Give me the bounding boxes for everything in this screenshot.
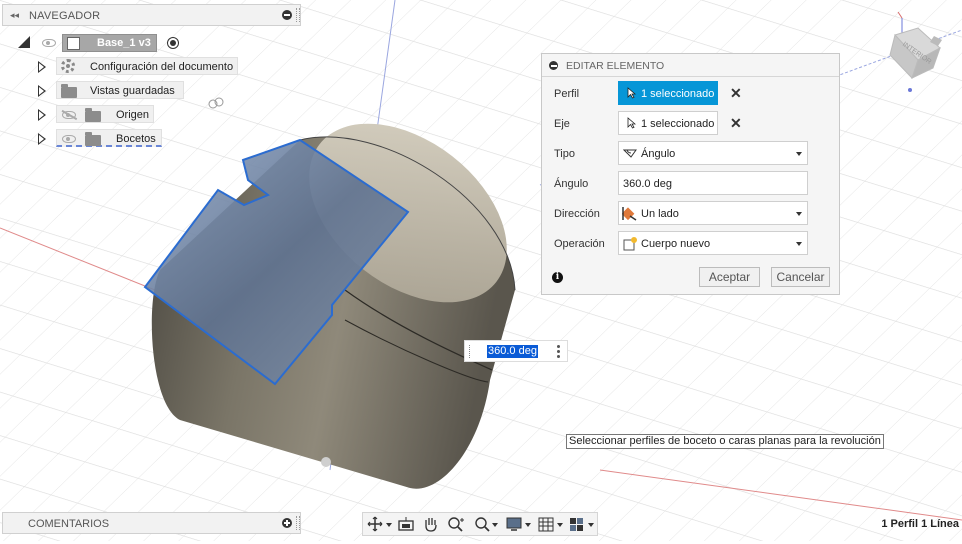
angle-label: Ángulo <box>554 178 589 190</box>
viewports-icon[interactable] <box>567 516 589 532</box>
drag-handle-icon[interactable] <box>296 516 300 530</box>
navigator-title: NAVEGADOR <box>29 10 101 22</box>
chevron-down-icon <box>796 152 802 156</box>
selection-status: 1 Perfil 1 Línea <box>881 518 959 530</box>
expand-triangle-icon[interactable] <box>38 109 46 121</box>
type-label: Tipo <box>554 148 575 160</box>
comments-panel-header[interactable]: COMENTARIOS <box>2 512 301 534</box>
zoom-icon[interactable] <box>446 516 468 532</box>
inline-angle-value[interactable]: 360.0 deg <box>487 345 538 358</box>
expand-triangle-icon[interactable] <box>38 61 46 73</box>
angle-input[interactable]: 360.0 deg <box>618 171 808 195</box>
panel-title: EDITAR ELEMENTO <box>566 60 665 72</box>
chevron-down-icon <box>796 242 802 246</box>
fit-icon[interactable] <box>472 516 494 532</box>
eye-icon[interactable] <box>62 135 76 143</box>
expanded-triangle-icon[interactable] <box>18 36 30 48</box>
cursor-icon <box>627 117 636 129</box>
chevron-down-icon <box>796 212 802 216</box>
clear-profile-icon[interactable]: ✕ <box>730 85 742 102</box>
gear-icon <box>61 59 75 73</box>
pan-icon[interactable] <box>421 516 443 532</box>
chevron-down-icon[interactable] <box>588 523 594 527</box>
look-at-icon[interactable] <box>396 516 418 532</box>
chevron-down-icon[interactable] <box>525 523 531 527</box>
tree-item[interactable]: Bocetos <box>38 129 168 149</box>
tree-item-pill[interactable]: Bocetos <box>56 129 162 147</box>
orbit-icon[interactable] <box>366 516 388 532</box>
tree-item[interactable]: Origen <box>38 105 158 125</box>
folder-icon <box>85 132 101 146</box>
root-label: Base_1 v3 <box>97 37 151 49</box>
tree-item-label: Configuración del documento <box>90 61 234 73</box>
axis-selection-button[interactable]: 1 seleccionado <box>618 111 718 135</box>
tree-root[interactable]: Base_1 v3 <box>18 33 193 53</box>
inline-angle-input[interactable]: 360.0 deg <box>464 340 568 362</box>
tree-item-label: Bocetos <box>116 133 156 145</box>
operation-value: Cuerpo nuevo <box>641 238 711 250</box>
operation-dropdown[interactable]: Cuerpo nuevo <box>618 231 808 255</box>
angle-icon <box>623 149 637 158</box>
folder-icon <box>85 108 101 122</box>
more-options-icon[interactable] <box>557 345 560 360</box>
collapse-icon[interactable] <box>549 61 558 70</box>
grip-icon <box>469 345 471 358</box>
component-icon <box>67 37 80 50</box>
tree-item-pill[interactable]: Configuración del documento <box>56 57 238 75</box>
new-body-icon <box>623 237 637 251</box>
tree-item-label: Vistas guardadas <box>90 85 175 97</box>
tree-item-pill[interactable]: Vistas guardadas <box>56 81 184 99</box>
display-settings-icon[interactable] <box>504 516 526 532</box>
one-side-icon <box>622 207 637 221</box>
direction-label: Dirección <box>554 208 600 220</box>
profile-value: 1 seleccionado <box>641 88 715 100</box>
cursor-icon <box>627 87 636 99</box>
expand-triangle-icon[interactable] <box>38 85 46 97</box>
comments-title: COMENTARIOS <box>28 518 110 530</box>
type-value: Ángulo <box>641 148 676 160</box>
navigation-toolbar <box>362 512 598 536</box>
info-icon[interactable]: i <box>552 272 563 283</box>
folder-icon <box>61 84 77 98</box>
add-comment-icon[interactable] <box>282 518 292 528</box>
collapse-left-icon[interactable]: ◂◂ <box>10 11 19 20</box>
clear-axis-icon[interactable]: ✕ <box>730 115 742 132</box>
direction-dropdown[interactable]: Un lado <box>618 201 808 225</box>
panel-header[interactable]: EDITAR ELEMENTO <box>542 54 839 77</box>
cancel-button[interactable]: Cancelar <box>771 267 830 287</box>
ok-button[interactable]: Aceptar <box>699 267 760 287</box>
tree-item-label: Origen <box>116 109 150 121</box>
type-dropdown[interactable]: Ángulo <box>618 141 808 165</box>
navigator-header[interactable]: ◂◂ NAVEGADOR <box>2 4 301 26</box>
profile-label: Perfil <box>554 88 580 100</box>
root-pill[interactable]: Base_1 v3 <box>62 34 157 52</box>
profile-selection-button[interactable]: 1 seleccionado <box>618 81 718 105</box>
drag-handle-icon[interactable] <box>296 8 300 22</box>
chevron-down-icon[interactable] <box>386 523 392 527</box>
chevron-down-icon[interactable] <box>557 523 563 527</box>
tree-item-pill[interactable]: Origen <box>56 105 154 123</box>
chevron-down-icon[interactable] <box>492 523 498 527</box>
edit-feature-panel: EDITAR ELEMENTO Perfil 1 seleccionado ✕ … <box>541 53 840 295</box>
expand-triangle-icon[interactable] <box>38 133 46 145</box>
direction-value: Un lado <box>641 208 679 220</box>
tooltip: Seleccionar perfiles de boceto o caras p… <box>566 434 884 449</box>
axis-label: Eje <box>554 118 570 130</box>
grid-icon[interactable] <box>536 516 558 532</box>
activate-radio-icon[interactable] <box>167 37 179 49</box>
tree-item[interactable]: Vistas guardadas <box>38 81 188 101</box>
operation-label: Operación <box>554 238 605 250</box>
tree-item[interactable]: Configuración del documento <box>38 57 243 77</box>
axis-value: 1 seleccionado <box>641 118 715 130</box>
angle-value: 360.0 deg <box>623 178 672 190</box>
eye-icon[interactable] <box>42 39 56 47</box>
collapse-panel-icon[interactable] <box>282 10 292 20</box>
